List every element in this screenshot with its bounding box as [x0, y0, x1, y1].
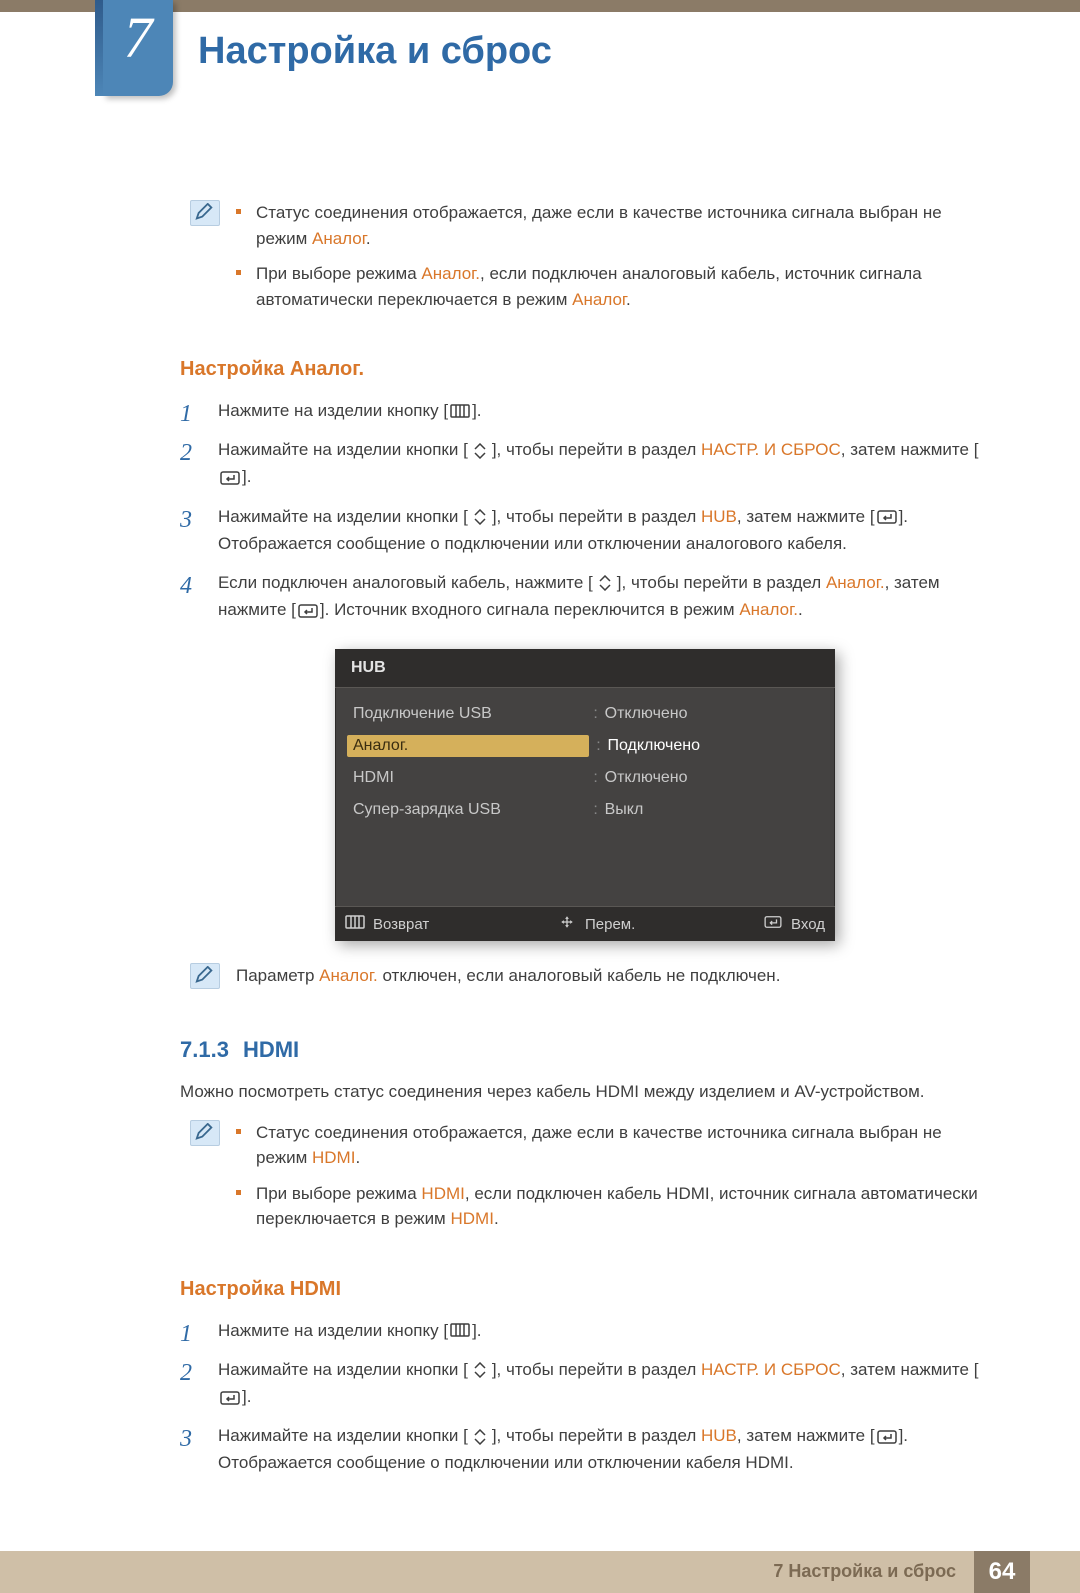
enter-icon: [220, 470, 240, 486]
osd-row: HDMI : Отключено: [335, 762, 835, 794]
osd-row-sep: :: [587, 705, 605, 723]
osd-body: Подключение USB : Отключено Аналог. : По…: [335, 688, 835, 906]
updown-icon: [470, 1362, 490, 1378]
osd-footer-return: Возврат: [345, 915, 429, 933]
enter-icon: [877, 1429, 897, 1445]
osd-row-label: Подключение USB: [353, 705, 587, 723]
step-item: Нажимайте на изделии кнопки [], чтобы пе…: [190, 503, 980, 557]
step-item: Если подключен аналоговый кабель, нажмит…: [190, 569, 980, 623]
osd-row-selected: Аналог. : Подключено: [335, 730, 835, 762]
note-bullet-list: Статус соединения отображается, даже есл…: [236, 1120, 980, 1242]
section-intro: Можно посмотреть статус соединения через…: [180, 1079, 980, 1105]
osd-footer-enter: Вход: [763, 915, 825, 933]
note-bullet: При выборе режима HDMI, если подключен к…: [236, 1181, 980, 1232]
subheading-analog: Настройка Аналог.: [180, 358, 980, 381]
enter-icon: [220, 1390, 240, 1406]
note-icon: [190, 1120, 220, 1146]
step-item: Нажимайте на изделии кнопки [], чтобы пе…: [190, 436, 980, 490]
osd-title: HUB: [335, 649, 835, 688]
note-bullet: Статус соединения отображается, даже есл…: [236, 1120, 980, 1171]
osd-row: Супер-зарядка USB : Выкл: [335, 794, 835, 826]
document-page: 7 Настройка и сброс Статус соединения от…: [0, 0, 1080, 1593]
osd-row-label: HDMI: [353, 769, 587, 787]
osd-footer: Возврат Перем. Вход: [335, 906, 835, 941]
steps-analog: Нажмите на изделии кнопку []. Нажимайте …: [190, 397, 980, 623]
note-bullet-list: Статус соединения отображается, даже есл…: [236, 200, 980, 322]
osd-row-label: Аналог.: [347, 735, 589, 757]
note-bullet: При выборе режима Аналог., если подключе…: [236, 261, 980, 312]
move-icon: [557, 915, 577, 933]
updown-icon: [470, 443, 490, 459]
updown-icon: [595, 575, 615, 591]
note-icon: [190, 200, 220, 226]
menu-icon: [450, 1323, 470, 1339]
note-block: Статус соединения отображается, даже есл…: [190, 1120, 980, 1242]
page-content: Статус соединения отображается, даже есл…: [0, 160, 1080, 1593]
step-item: Нажмите на изделии кнопку [].: [190, 1317, 980, 1344]
step-item: Нажмите на изделии кнопку [].: [190, 397, 980, 424]
updown-icon: [470, 509, 490, 525]
footer-page-number: 64: [974, 1551, 1030, 1593]
steps-hdmi: Нажмите на изделии кнопку []. Нажимайте …: [190, 1317, 980, 1477]
page-footer: 7 Настройка и сброс 64: [0, 1551, 1080, 1593]
note-block: Параметр Аналог. отключен, если аналогов…: [190, 963, 980, 989]
updown-icon: [470, 1429, 490, 1445]
section-number: 7.1.3: [180, 1037, 229, 1062]
osd-row-label: Супер-зарядка USB: [353, 801, 587, 819]
footer-chapter-label: 7 Настройка и сброс: [773, 1561, 956, 1582]
osd-row-sep: :: [589, 737, 607, 755]
chapter-title: Настройка и сброс: [198, 30, 552, 73]
note-bullet: Статус соединения отображается, даже есл…: [236, 200, 980, 251]
section-title: HDMI: [243, 1037, 299, 1062]
note-icon: [190, 963, 220, 989]
note-block: Статус соединения отображается, даже есл…: [190, 200, 980, 322]
osd-row-value: Отключено: [605, 769, 817, 787]
chapter-number: 7: [124, 4, 153, 71]
note-text: Параметр Аналог. отключен, если аналогов…: [236, 963, 780, 989]
osd-row-value: Отключено: [605, 705, 817, 723]
osd-footer-move: Перем.: [557, 915, 635, 933]
osd-row-sep: :: [587, 801, 605, 819]
osd-row-sep: :: [587, 769, 605, 787]
enter-icon: [877, 509, 897, 525]
osd-row-value: Подключено: [607, 737, 817, 755]
menu-icon: [345, 915, 365, 933]
enter-icon: [763, 915, 783, 933]
subheading-hdmi: Настройка HDMI: [180, 1278, 980, 1301]
step-item: Нажимайте на изделии кнопки [], чтобы пе…: [190, 1356, 980, 1410]
osd-menu: HUB Подключение USB : Отключено Аналог. …: [335, 649, 835, 941]
page-header: 7 Настройка и сброс: [0, 0, 1080, 160]
chapter-number-box: 7: [103, 0, 173, 96]
menu-icon: [450, 404, 470, 420]
section-heading-hdmi: 7.1.3 HDMI: [180, 1037, 980, 1063]
osd-row-value: Выкл: [605, 801, 817, 819]
step-item: Нажимайте на изделии кнопки [], чтобы пе…: [190, 1422, 980, 1476]
osd-row: Подключение USB : Отключено: [335, 698, 835, 730]
enter-icon: [298, 603, 318, 619]
